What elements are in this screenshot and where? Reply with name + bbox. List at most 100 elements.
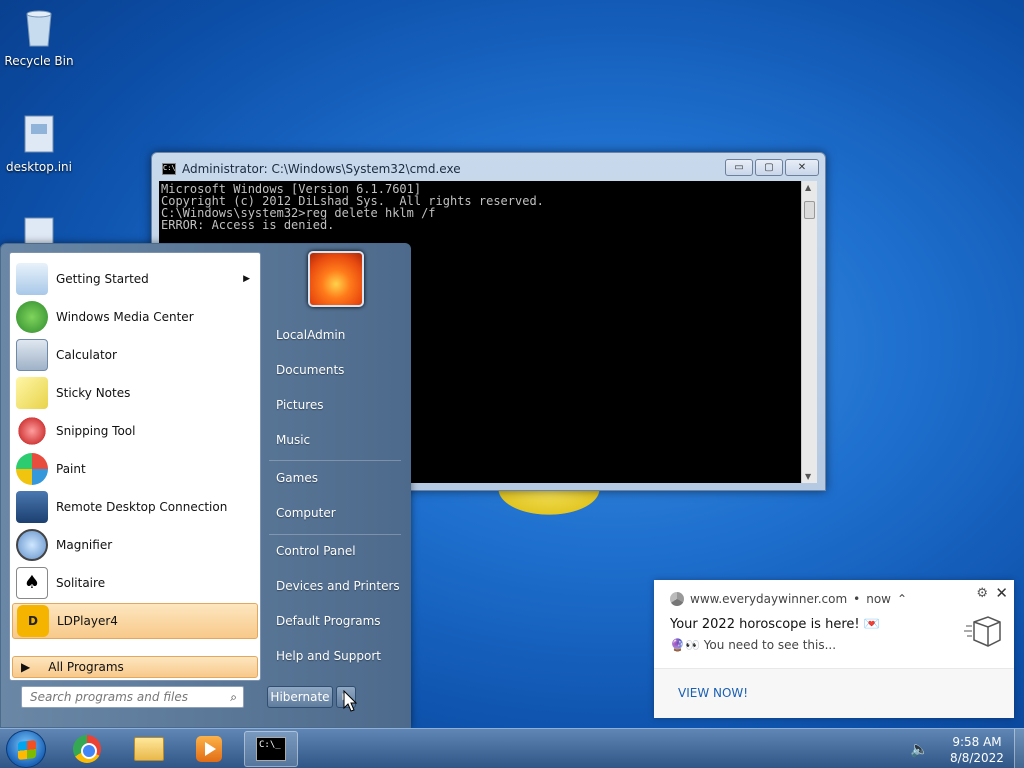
clock[interactable]: 9:58 AM 8/8/2022 bbox=[948, 734, 1006, 766]
scroll-down-icon[interactable]: ▼ bbox=[805, 472, 811, 481]
clock-date: 8/8/2022 bbox=[950, 751, 1004, 765]
chevron-right-icon: ▶ bbox=[243, 274, 250, 284]
start-item-default-programs[interactable]: Default Programs bbox=[276, 614, 381, 628]
mouse-cursor-icon bbox=[343, 690, 357, 712]
vertical-scrollbar[interactable]: ▲ ▼ bbox=[801, 181, 817, 483]
chrome-icon bbox=[73, 735, 101, 763]
chrome-notification[interactable]: www.everydaywinner.com • now ⌃ ⚙ ✕ Your … bbox=[654, 580, 1014, 718]
view-now-button[interactable]: VIEW NOW! bbox=[654, 668, 1014, 718]
program-solitaire[interactable]: ♠ Solitaire bbox=[12, 565, 258, 601]
user-avatar[interactable] bbox=[308, 251, 364, 307]
solitaire-icon: ♠ bbox=[16, 567, 48, 599]
start-item-games[interactable]: Games bbox=[276, 471, 318, 485]
clock-time: 9:58 AM bbox=[952, 735, 1002, 749]
minimize-button[interactable]: ▭ bbox=[725, 159, 753, 176]
taskbar-media-player[interactable] bbox=[182, 731, 236, 767]
notification-time: now bbox=[866, 592, 891, 606]
media-player-icon bbox=[196, 736, 222, 762]
volume-icon[interactable]: 🔈 bbox=[910, 740, 929, 758]
start-item-help-support[interactable]: Help and Support bbox=[276, 649, 381, 663]
program-calculator[interactable]: Calculator bbox=[12, 337, 258, 373]
chrome-icon bbox=[670, 592, 684, 606]
start-item-documents[interactable]: Documents bbox=[276, 363, 344, 377]
window-title-text: Administrator: C:\Windows\System32\cmd.e… bbox=[182, 162, 461, 176]
taskbar-cmd[interactable]: C:\_ bbox=[244, 731, 298, 767]
program-label: Calculator bbox=[56, 348, 117, 362]
windows-logo-icon bbox=[18, 740, 36, 760]
divider bbox=[269, 534, 401, 535]
package-icon bbox=[964, 614, 1004, 648]
snipping-tool-icon bbox=[16, 415, 48, 447]
search-icon[interactable]: ⌕ bbox=[230, 690, 237, 705]
console-line: ERROR: Access is denied. bbox=[161, 218, 335, 232]
chevron-right-icon: ▶ bbox=[21, 660, 31, 674]
ini-file-icon bbox=[17, 112, 61, 156]
chevron-up-icon[interactable]: ⌃ bbox=[897, 592, 907, 606]
program-label: Solitaire bbox=[56, 576, 106, 590]
program-label: Remote Desktop Connection bbox=[56, 500, 228, 514]
sticky-notes-icon bbox=[16, 377, 48, 409]
program-label: LDPlayer4 bbox=[57, 614, 118, 628]
separator-dot: • bbox=[853, 592, 861, 606]
maximize-button[interactable]: ▢ bbox=[755, 159, 783, 176]
show-desktop-button[interactable] bbox=[1014, 729, 1024, 768]
wallpaper-flower bbox=[490, 489, 608, 519]
close-icon[interactable]: ✕ bbox=[995, 584, 1008, 602]
notification-site: www.everydaywinner.com bbox=[690, 592, 848, 606]
start-item-computer[interactable]: Computer bbox=[276, 506, 336, 520]
ldplayer-icon: D bbox=[17, 605, 49, 637]
gear-icon[interactable]: ⚙ bbox=[976, 586, 988, 601]
program-ldplayer4[interactable]: D LDPlayer4 bbox=[12, 603, 258, 639]
program-label: Windows Media Center bbox=[56, 310, 194, 324]
scroll-up-icon[interactable]: ▲ bbox=[805, 183, 811, 192]
search-input[interactable]: Search programs and files ⌕ bbox=[21, 686, 244, 708]
program-label: Getting Started bbox=[56, 272, 149, 286]
cmd-icon: C:\_ bbox=[256, 737, 286, 761]
folder-icon bbox=[134, 737, 164, 761]
program-label: Paint bbox=[56, 462, 86, 476]
hibernate-button[interactable]: Hibernate bbox=[267, 686, 333, 708]
notification-message: Your 2022 horoscope is here! 💌 bbox=[670, 617, 880, 632]
window-title: C:\ Administrator: C:\Windows\System32\c… bbox=[162, 162, 461, 176]
calculator-icon bbox=[16, 339, 48, 371]
all-programs-button[interactable]: ▶ All Programs bbox=[12, 656, 258, 678]
start-item-pictures[interactable]: Pictures bbox=[276, 398, 324, 412]
desktop-icon-recycle-bin[interactable]: Recycle Bin bbox=[1, 6, 77, 68]
start-button[interactable] bbox=[6, 730, 46, 768]
recycle-bin-icon bbox=[17, 6, 61, 50]
start-menu: Getting Started ▶ Windows Media Center C… bbox=[0, 243, 411, 728]
desktop-icon-label: Recycle Bin bbox=[4, 54, 74, 68]
start-item-localadmin[interactable]: LocalAdmin bbox=[276, 328, 345, 342]
desktop-icon-desktop-ini[interactable]: desktop.ini bbox=[1, 112, 77, 174]
search-placeholder: Search programs and files bbox=[30, 690, 188, 704]
program-remote-desktop[interactable]: Remote Desktop Connection bbox=[12, 489, 258, 525]
program-windows-media-center[interactable]: Windows Media Center bbox=[12, 299, 258, 335]
taskbar-explorer[interactable] bbox=[122, 731, 176, 767]
close-button[interactable]: ✕ bbox=[785, 159, 819, 176]
program-paint[interactable]: Paint bbox=[12, 451, 258, 487]
cmd-icon: C:\ bbox=[162, 163, 176, 175]
all-programs-label: All Programs bbox=[48, 660, 124, 674]
program-sticky-notes[interactable]: Sticky Notes bbox=[12, 375, 258, 411]
system-tray: 🔈 9:58 AM 8/8/2022 bbox=[904, 729, 1024, 768]
program-getting-started[interactable]: Getting Started ▶ bbox=[12, 261, 258, 297]
taskbar-chrome[interactable] bbox=[60, 731, 114, 767]
program-snipping-tool[interactable]: Snipping Tool bbox=[12, 413, 258, 449]
program-label: Snipping Tool bbox=[56, 424, 136, 438]
desktop-icon-label: desktop.ini bbox=[6, 160, 72, 174]
getting-started-icon bbox=[16, 263, 48, 295]
start-item-control-panel[interactable]: Control Panel bbox=[276, 544, 356, 558]
notification-source: www.everydaywinner.com • now ⌃ bbox=[670, 592, 907, 606]
program-label: Sticky Notes bbox=[56, 386, 131, 400]
notification-sub: 🔮👀 You need to see this... bbox=[670, 638, 837, 652]
magnifier-icon bbox=[16, 529, 48, 561]
scroll-thumb[interactable] bbox=[804, 201, 815, 219]
remote-desktop-icon bbox=[16, 491, 48, 523]
programs-pane: Getting Started ▶ Windows Media Center C… bbox=[9, 252, 261, 681]
divider bbox=[269, 460, 401, 461]
start-item-music[interactable]: Music bbox=[276, 433, 310, 447]
program-magnifier[interactable]: Magnifier bbox=[12, 527, 258, 563]
taskbar: C:\_ 🔈 9:58 AM 8/8/2022 bbox=[0, 728, 1024, 768]
start-item-devices-printers[interactable]: Devices and Printers bbox=[276, 579, 400, 593]
paint-icon bbox=[16, 453, 48, 485]
